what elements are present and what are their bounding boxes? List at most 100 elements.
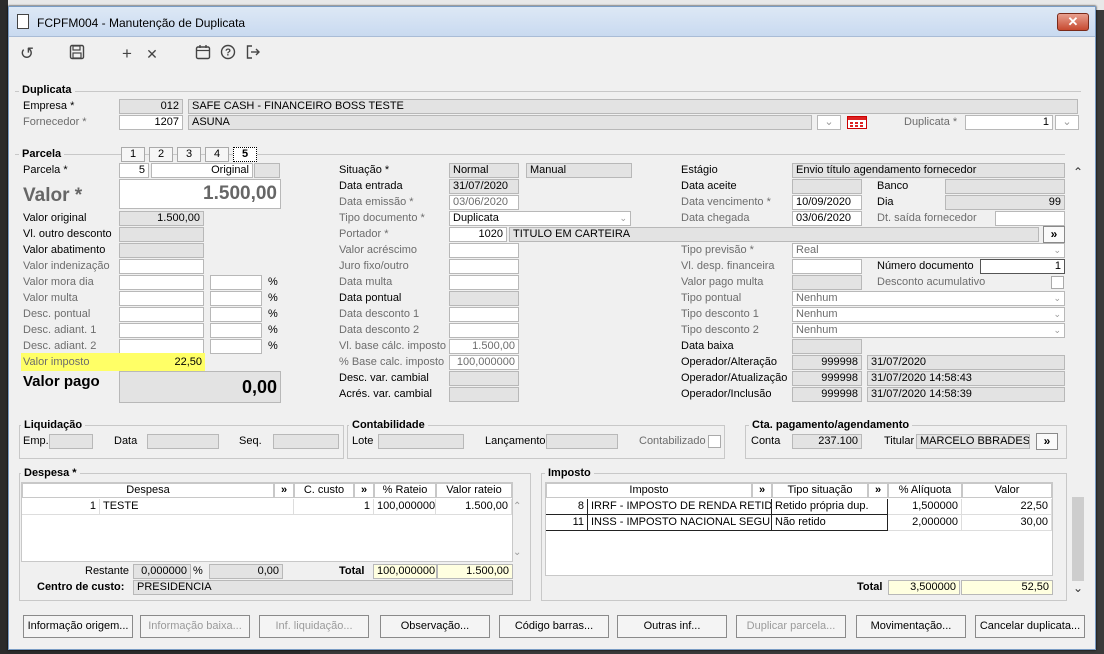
calendar-red-icon[interactable]: [847, 116, 867, 129]
tipo-pontual-select[interactable]: Nenhum ⌄: [792, 291, 1065, 306]
save-icon[interactable]: [65, 44, 89, 65]
tab-parcela-5[interactable]: 5: [233, 147, 257, 162]
help-icon[interactable]: ?: [216, 44, 240, 65]
despesa-total-pct: 100,000000: [373, 564, 437, 579]
valor-abatimento-label: Valor abatimento: [23, 244, 106, 256]
vl-desp-financeira-field[interactable]: [792, 259, 862, 274]
delete-icon[interactable]: ✕: [140, 46, 164, 63]
mora-pct-field[interactable]: [210, 275, 262, 290]
imposto-header-aliquota: % Alíquota: [888, 483, 962, 498]
close-button[interactable]: ✕: [1057, 13, 1089, 31]
desc-adiant2-label: Desc. adiant. 2: [23, 340, 97, 352]
refresh-icon[interactable]: ↺: [15, 44, 39, 64]
table-row[interactable]: 11 INSS - IMPOSTO NACIONAL SEGURIE Não r…: [546, 515, 1052, 531]
portador-code[interactable]: 1020: [449, 227, 507, 242]
tipo-previsao-select[interactable]: Real ⌄: [792, 243, 1065, 258]
tab-parcela-1[interactable]: 1: [121, 147, 145, 162]
situacao-header-lookup[interactable]: »: [868, 483, 888, 498]
despesa-row-name: TESTE: [100, 499, 294, 515]
scroll-up-icon[interactable]: ⌃: [513, 501, 521, 512]
data-desconto1-field[interactable]: [449, 307, 519, 322]
vl-base-field[interactable]: 1.500,00: [449, 339, 519, 354]
scroll-thumb[interactable]: [1072, 497, 1084, 581]
duplicar-parcela-button[interactable]: Duplicar parcela...: [736, 615, 846, 638]
desc-adiant1-label: Desc. adiant. 1: [23, 324, 97, 336]
inf-liquidacao-button[interactable]: Inf. liquidação...: [259, 615, 369, 638]
adiant1-pct-field[interactable]: [210, 323, 262, 338]
dia-field: 99: [945, 195, 1065, 210]
tipo-documento-select[interactable]: Duplicata ⌄: [449, 211, 631, 226]
data-desconto2-field[interactable]: [449, 323, 519, 338]
valor-acrescimo-field[interactable]: [449, 243, 519, 258]
banco-label: Banco: [877, 180, 909, 192]
desc-var-field: [449, 371, 519, 386]
ccusto-header-lookup[interactable]: »: [354, 483, 374, 498]
imposto-header-lookup[interactable]: »: [752, 483, 772, 498]
tab-parcela-3[interactable]: 3: [177, 147, 201, 162]
data-multa-field[interactable]: [449, 275, 519, 290]
valor-pago-field: 0,00: [119, 371, 281, 403]
scroll-down-icon[interactable]: ⌄: [1073, 581, 1083, 595]
scrollbar[interactable]: ⌃ ⌄: [1069, 157, 1089, 597]
desc-pontual-field[interactable]: [119, 307, 204, 322]
lancamento-field: [546, 434, 618, 449]
titular-field: MARCELO BBRADESC: [916, 434, 1030, 449]
contabilizado-checkbox[interactable]: [708, 435, 721, 448]
tab-parcela-4[interactable]: 4: [205, 147, 229, 162]
dt-saida-label: Dt. saída fornecedor: [877, 212, 977, 224]
imposto-header-imposto: Imposto: [546, 483, 752, 498]
valor-indenizacao-field[interactable]: [119, 259, 204, 274]
desconto-acumulativo-checkbox[interactable]: [1051, 276, 1064, 289]
parcela-field[interactable]: 5: [119, 163, 149, 178]
outras-inf-button[interactable]: Outras inf...: [617, 615, 727, 638]
cancelar-duplicata-button[interactable]: Cancelar duplicata...: [975, 615, 1085, 638]
despesa-total-valor: 1.500,00: [437, 564, 513, 579]
informacao-baixa-button[interactable]: Informação baixa...: [140, 615, 250, 638]
exit-icon[interactable]: [241, 44, 265, 65]
duplicata-label: Duplicata *: [904, 116, 958, 128]
multa-pct-field[interactable]: [210, 291, 262, 306]
movimentacao-button[interactable]: Movimentação...: [856, 615, 966, 638]
duplicata-dropdown[interactable]: ⌄: [1055, 115, 1079, 130]
valor-field[interactable]: 1.500,00: [119, 179, 281, 209]
fornecedor-label: Fornecedor *: [23, 116, 87, 128]
juro-fixo-field[interactable]: [449, 259, 519, 274]
fornecedor-code[interactable]: 1207: [119, 115, 183, 130]
valor-imposto-field: 22,50: [174, 356, 202, 368]
data-vencimento-field[interactable]: 10/09/2020: [792, 195, 862, 210]
tipo-desconto2-select[interactable]: Nenhum ⌄: [792, 323, 1065, 338]
calendar-icon[interactable]: [191, 44, 215, 65]
operador-inclusao-date: 31/07/2020 14:58:39: [867, 387, 1065, 402]
despesa-header-lookup[interactable]: »: [274, 483, 294, 498]
dt-saida-field[interactable]: [995, 211, 1065, 226]
pct-base-field[interactable]: 100,000000: [449, 355, 519, 370]
desc-adiant2-field[interactable]: [119, 339, 204, 354]
valor-mora-field[interactable]: [119, 275, 204, 290]
pct-base-label: % Base calc. imposto: [339, 356, 445, 368]
codigo-barras-button[interactable]: Código barras...: [499, 615, 609, 638]
scroll-up-icon[interactable]: ⌃: [1073, 165, 1083, 179]
valor-multa-field[interactable]: [119, 291, 204, 306]
add-icon[interactable]: +: [115, 44, 139, 64]
valor-original-field: 1.500,00: [119, 211, 204, 226]
data-emissao-field[interactable]: 03/06/2020: [449, 195, 519, 210]
numero-documento-label: Número documento: [877, 260, 974, 272]
duplicata-field[interactable]: 1: [965, 115, 1053, 130]
data-chegada-field[interactable]: 03/06/2020: [792, 211, 862, 226]
titular-lookup-button[interactable]: »: [1036, 433, 1058, 450]
adiant2-pct-field[interactable]: [210, 339, 262, 354]
table-row[interactable]: 1 TESTE 1 100,000000 1.500,00: [22, 499, 512, 515]
numero-documento-field[interactable]: 1: [980, 259, 1065, 274]
observacao-button[interactable]: Observação...: [380, 615, 490, 638]
desc-adiant1-field[interactable]: [119, 323, 204, 338]
pontual-pct-field[interactable]: [210, 307, 262, 322]
valor-pago-label: Valor pago: [23, 373, 100, 390]
tipo-desconto1-select[interactable]: Nenhum ⌄: [792, 307, 1065, 322]
table-row[interactable]: 8 IRRF - IMPOSTO DE RENDA RETIDO N Retid…: [546, 499, 1052, 515]
fornecedor-dropdown[interactable]: ⌄: [817, 115, 841, 130]
tab-parcela-2[interactable]: 2: [149, 147, 173, 162]
informacao-origem-button[interactable]: Informação origem...: [23, 615, 133, 638]
despesa-header-ccusto: C. custo: [294, 483, 354, 498]
scroll-down-icon[interactable]: ⌄: [513, 547, 521, 558]
portador-lookup-button[interactable]: »: [1043, 226, 1065, 243]
